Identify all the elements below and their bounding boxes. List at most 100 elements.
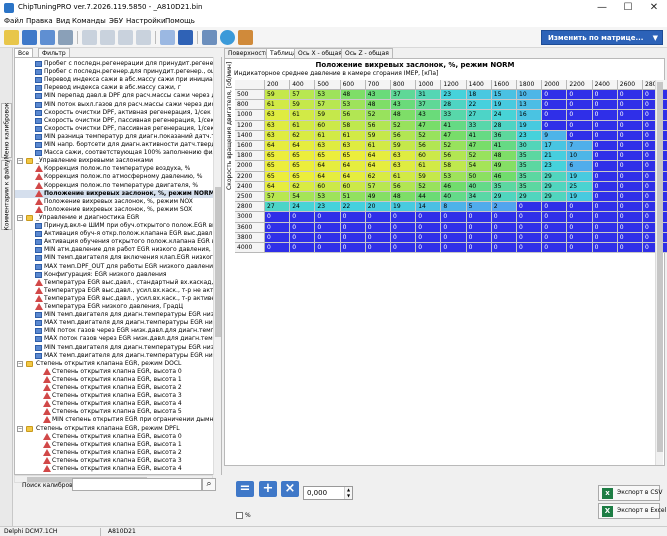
scrollbar-thumb[interactable] [215,187,221,337]
table-cell[interactable]: 0 [265,232,291,243]
table-cell[interactable]: 0 [466,212,492,223]
table-cell[interactable]: 59 [315,110,341,121]
table-cell[interactable]: 53 [441,171,467,182]
table-cell[interactable]: 47 [441,130,467,141]
table-cell[interactable]: 0 [617,120,643,131]
table-cell[interactable]: 0 [517,243,543,254]
table-cell[interactable]: 49 [491,161,517,172]
table-cell[interactable]: 61 [290,110,316,121]
row-header[interactable]: 3800 [235,232,265,243]
table-cell[interactable]: 64 [315,171,341,182]
table-cell[interactable]: 0 [315,212,341,223]
table-cell[interactable]: 36 [491,130,517,141]
table-cell[interactable]: 0 [617,232,643,243]
row-header[interactable]: 2200 [235,171,265,182]
table-cell[interactable]: 0 [592,192,618,203]
table-cell[interactable]: 6 [567,161,593,172]
table-cell[interactable]: 52 [365,110,391,121]
table-cell[interactable]: 64 [265,181,291,192]
table-cell[interactable]: 16 [517,110,543,121]
table-cell[interactable]: 0 [340,232,366,243]
table-cell[interactable]: 56 [391,181,417,192]
table-cell[interactable]: 33 [441,110,467,121]
row-header[interactable]: 2500 [235,192,265,203]
table-cell[interactable]: 0 [542,212,568,223]
table-cell[interactable]: 48 [391,110,417,121]
table-cell[interactable]: 0 [315,243,341,254]
table-cell[interactable]: 29 [517,192,543,203]
export-csv-button[interactable]: x Экспорт в CSV [598,485,662,501]
table-cell[interactable]: 35 [517,181,543,192]
minimize-button[interactable]: — [589,0,615,16]
column-header[interactable]: 500 [315,80,341,90]
table-cell[interactable]: 47 [466,141,492,152]
menu-ecu[interactable]: ЭБУ [109,17,123,25]
table-cell[interactable]: 48 [340,90,366,101]
table-cell[interactable]: 0 [592,243,618,254]
table-cell[interactable]: 0 [592,212,618,223]
tree-vertical-scrollbar[interactable] [213,57,221,475]
column-header[interactable]: 2600 [617,80,643,90]
table-cell[interactable]: 24 [491,110,517,121]
table-cell[interactable]: 37 [416,100,442,111]
table-cell[interactable]: 48 [391,192,417,203]
table-cell[interactable]: 0 [617,161,643,172]
table-cell[interactable]: 65 [340,151,366,162]
table-cell[interactable]: 0 [567,202,593,213]
table-cell[interactable]: 60 [315,120,341,131]
row-header[interactable]: 1800 [235,151,265,162]
menu-edit[interactable]: Правка [26,17,53,25]
table-cell[interactable]: 23 [441,90,467,101]
checksum-icon[interactable] [178,30,193,45]
table-cell[interactable]: 0 [517,222,543,233]
table-cell[interactable]: 0 [592,120,618,131]
row-header[interactable]: 800 [235,100,265,111]
table-cell[interactable]: 52 [391,120,417,131]
table-cell[interactable]: 0 [441,222,467,233]
table-cell[interactable]: 0 [340,243,366,254]
table-cell[interactable]: 59 [265,90,291,101]
table-cell[interactable]: 64 [290,141,316,152]
column-header[interactable]: 2200 [567,80,593,90]
table-cell[interactable]: 49 [365,192,391,203]
table-cell[interactable]: 29 [542,192,568,203]
table-cell[interactable]: 0 [542,222,568,233]
menu-settings[interactable]: Настройки [126,17,166,25]
undo-icon[interactable] [118,30,133,45]
row-header[interactable]: 1200 [235,120,265,131]
table-cell[interactable]: 29 [542,171,568,182]
table-cell[interactable]: 59 [391,141,417,152]
table-cell[interactable]: 51 [340,192,366,203]
table-cell[interactable]: 65 [290,161,316,172]
column-header[interactable]: 400 [290,80,316,90]
save-icon[interactable] [22,30,37,45]
table-cell[interactable]: 61 [265,100,291,111]
table-cell[interactable]: 0 [391,222,417,233]
table-cell[interactable]: 0 [542,110,568,121]
row-header[interactable]: 2000 [235,161,265,172]
table-cell[interactable]: 0 [542,90,568,101]
table-cell[interactable]: 41 [441,120,467,131]
table-cell[interactable]: 0 [391,212,417,223]
table-cell[interactable]: 46 [491,171,517,182]
table-cell[interactable]: 59 [290,100,316,111]
table-cell[interactable]: 8 [441,202,467,213]
table-cell[interactable]: 0 [517,232,543,243]
table-cell[interactable]: 0 [542,232,568,243]
table-cell[interactable]: 43 [416,110,442,121]
table-cell[interactable]: 59 [416,171,442,182]
table-cell[interactable]: 65 [265,161,291,172]
table-cell[interactable]: 0 [517,202,543,213]
copy-icon[interactable] [82,30,97,45]
row-header[interactable]: 2400 [235,181,265,192]
table-cell[interactable]: 0 [416,243,442,254]
table-cell[interactable]: 56 [340,110,366,121]
table-cell[interactable]: 47 [416,120,442,131]
table-cell[interactable]: 53 [340,100,366,111]
table-cell[interactable]: 0 [617,202,643,213]
table-cell[interactable]: 0 [315,222,341,233]
table-cell[interactable]: 35 [517,151,543,162]
column-header[interactable]: 1600 [491,80,517,90]
table-cell[interactable]: 0 [617,212,643,223]
table-cell[interactable]: 14 [416,202,442,213]
